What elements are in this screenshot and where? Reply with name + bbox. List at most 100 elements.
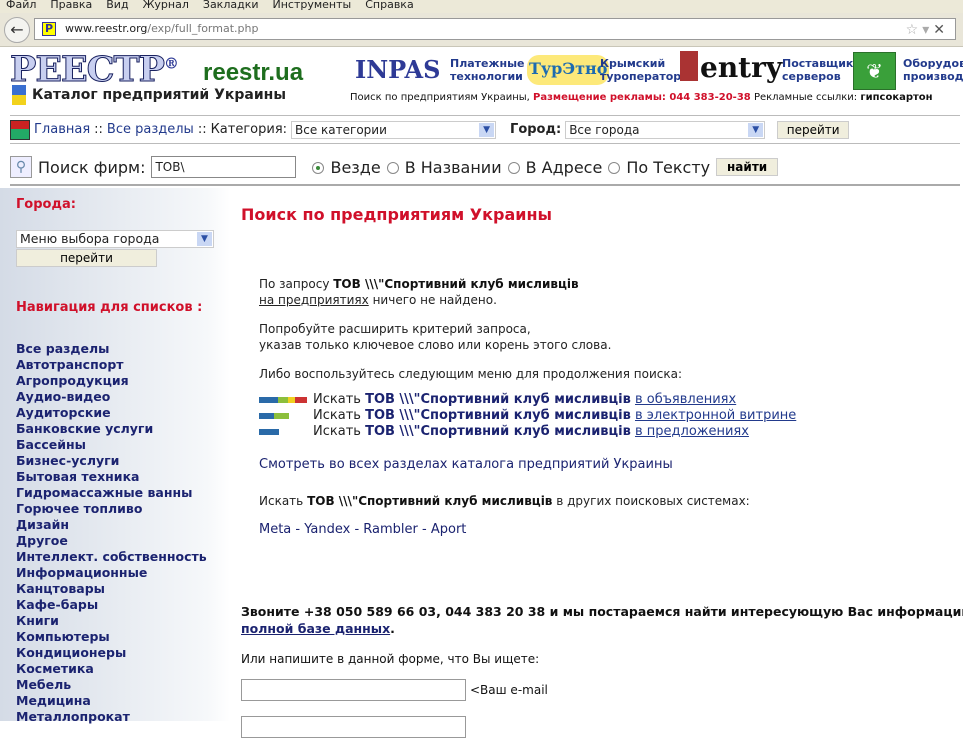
engine-aport[interactable]: Aport (431, 522, 467, 537)
sidebar-item[interactable]: Компьютеры (16, 629, 207, 645)
menu-file[interactable]: Файл (6, 0, 36, 13)
all-sections-link[interactable]: Смотреть во всех разделах каталога предп… (259, 457, 673, 472)
sidebar-item[interactable]: Агропродукция (16, 373, 207, 389)
ad-leaf-logo-icon[interactable]: ❦ (853, 52, 896, 90)
engine-meta[interactable]: Meta (259, 522, 291, 537)
colorbar-icon (259, 412, 289, 419)
link-ads[interactable]: в объявлениях (635, 392, 736, 407)
find-button[interactable]: найти (716, 158, 779, 176)
sidebar-item[interactable]: Информационные (16, 565, 207, 581)
favicon-icon: P (42, 22, 56, 36)
ad-turetno-text[interactable]: Крымский туроператор (600, 57, 681, 83)
search-input[interactable]: ТОВ\ (151, 156, 297, 178)
ad-equipment-text[interactable]: Оборудовапроизводс (903, 57, 963, 83)
breadcrumb-sep: :: (94, 122, 103, 137)
radio-name[interactable]: В Названии (386, 158, 502, 177)
url-path: /exp/full_format.php (147, 22, 259, 35)
nav-toolbar: ← Pwww.reestr.org/exp/full_format.php ☆▾✕ (0, 13, 963, 47)
category-list: Все разделы Автотранспорт Агропродукция Ауд… (16, 341, 207, 725)
sidebar-item[interactable]: Книги (16, 613, 207, 629)
radio-text[interactable]: По Тексту (608, 158, 710, 177)
ad-inpas-logo[interactable]: INPAS (355, 55, 440, 85)
search-label: Поиск фирм: (38, 157, 146, 177)
nav-heading: Навигация для списков : (16, 300, 203, 315)
city-label: Город: (510, 122, 562, 137)
menu-bar: Файл Правка Вид Журнал Закладки Инструме… (0, 0, 963, 13)
sidebar-item[interactable]: Дизайн (16, 517, 207, 533)
radio-address[interactable]: В Адресе (507, 158, 602, 177)
search-showcase-row: Искать ТОВ \\\"Спортивний клуб мисливців… (259, 408, 796, 423)
sidebar-item[interactable]: Аудио-видео (16, 389, 207, 405)
site-domain[interactable]: reestr.ua (203, 59, 303, 87)
sidebar-item[interactable]: Аудиторские (16, 405, 207, 421)
sidebar-item[interactable]: Кафе-бары (16, 597, 207, 613)
chevron-down-icon: ▼ (479, 122, 495, 137)
sidebar-item[interactable]: Интеллект. собственность (16, 549, 207, 565)
hint-1: Попробуйте расширить критерий запроса, (259, 322, 531, 336)
sidebar-item[interactable]: Автотранспорт (16, 357, 207, 373)
sidebar-item[interactable]: Банковские услуги (16, 421, 207, 437)
cities-heading: Города: (16, 197, 76, 212)
city-menu-select[interactable]: Меню выбора города ▼ (16, 230, 214, 248)
category-label: Категория: (210, 122, 288, 137)
breadcrumb-home[interactable]: Главная (34, 122, 90, 137)
sidebar-item[interactable]: Бизнес-услуги (16, 453, 207, 469)
other-engines-line: Искать ТОВ \\\"Спортивний клуб мисливців… (259, 494, 750, 508)
search-ads-row: Искать ТОВ \\\"Спортивний клуб мисливців… (259, 392, 736, 407)
sidebar-item[interactable]: Бытовая техника (16, 469, 207, 485)
search-bar: ⚲ Поиск фирм: ТОВ\ Везде В Названии В Ад… (10, 150, 960, 186)
request-input[interactable] (241, 716, 466, 738)
call-text: Звоните +38 050 589 66 03, 044 383 20 38… (241, 604, 963, 619)
engine-yandex[interactable]: Yandex (304, 522, 350, 537)
menu-tools[interactable]: Инструменты (273, 0, 352, 13)
full-db-link[interactable]: полной базе данных (241, 621, 390, 636)
sidebar-item[interactable]: Гидромассажные ванны (16, 485, 207, 501)
engine-rambler[interactable]: Rambler (363, 522, 418, 537)
url-host: www.reestr.org (65, 22, 148, 35)
site-logo[interactable]: РЕЕСТР® (10, 49, 179, 91)
home-icon[interactable] (10, 119, 30, 140)
ad-inpas-text[interactable]: Платежные технологии (450, 57, 524, 83)
breadcrumb-all-sections[interactable]: Все разделы (107, 122, 194, 137)
sidebar-item[interactable]: Косметика (16, 661, 207, 677)
chevron-down-icon: ▼ (748, 122, 764, 137)
ad-link-gypsum[interactable]: гипсокартон (860, 92, 932, 103)
stop-icon[interactable]: ✕ (933, 22, 949, 38)
menu-bookmarks[interactable]: Закладки (203, 0, 259, 13)
go-button[interactable]: перейти (777, 120, 850, 139)
menu-help[interactable]: Справка (365, 0, 413, 13)
ad-entry-text[interactable]: Поставщик серверов (782, 57, 853, 83)
sidebar-item[interactable]: Бассейны (16, 437, 207, 453)
sidebar-item[interactable]: Металлопрокат (16, 709, 207, 725)
sidebar-item[interactable]: Все разделы (16, 341, 207, 357)
link-showcase[interactable]: в электронной витрине (635, 408, 796, 423)
dropdown-icon[interactable]: ▾ (922, 22, 933, 38)
sidebar-item[interactable]: Горючее топливо (16, 501, 207, 517)
sidebar-item[interactable]: Медицина (16, 693, 207, 709)
sidebar-item[interactable]: Кондиционеры (16, 645, 207, 661)
sidebar: Города: Меню выбора города ▼ перейти Нави… (0, 188, 230, 724)
enterprises-link[interactable]: на предприятиях (259, 293, 369, 307)
menu-view[interactable]: Вид (106, 0, 128, 13)
back-button[interactable]: ← (4, 17, 30, 43)
category-select[interactable]: Все категории ▼ (291, 120, 497, 139)
hint-2: указав только ключевое слово или корень … (259, 338, 612, 352)
ad-entry-logo[interactable]: entry (680, 51, 782, 84)
address-bar[interactable]: Pwww.reestr.org/exp/full_format.php ☆▾✕ (34, 18, 956, 40)
menu-edit[interactable]: Правка (50, 0, 92, 13)
search-icon: ⚲ (10, 156, 32, 178)
sidebar-item[interactable]: Мебель (16, 677, 207, 693)
sidebar-item[interactable]: Канцтовары (16, 581, 207, 597)
link-offers[interactable]: в предложениях (635, 424, 749, 439)
menu-history[interactable]: Журнал (143, 0, 189, 13)
sidebar-go-button[interactable]: перейти (16, 249, 157, 267)
not-found-line: на предприятиях ничего не найдено. (259, 293, 497, 307)
category-bar: Главная:: Все разделы:: Категория: Все к… (10, 115, 960, 144)
bookmark-star-icon[interactable]: ☆ (906, 22, 923, 38)
radio-everywhere[interactable]: Везде (312, 158, 381, 177)
email-input[interactable] (241, 679, 466, 701)
sidebar-item[interactable]: Другое (16, 533, 207, 549)
ad-turetno-logo[interactable]: ТурЭтно (527, 55, 610, 85)
write-hint: Или напишите в данной форме, что Вы ищет… (241, 652, 540, 666)
city-select[interactable]: Все города ▼ (565, 120, 766, 139)
